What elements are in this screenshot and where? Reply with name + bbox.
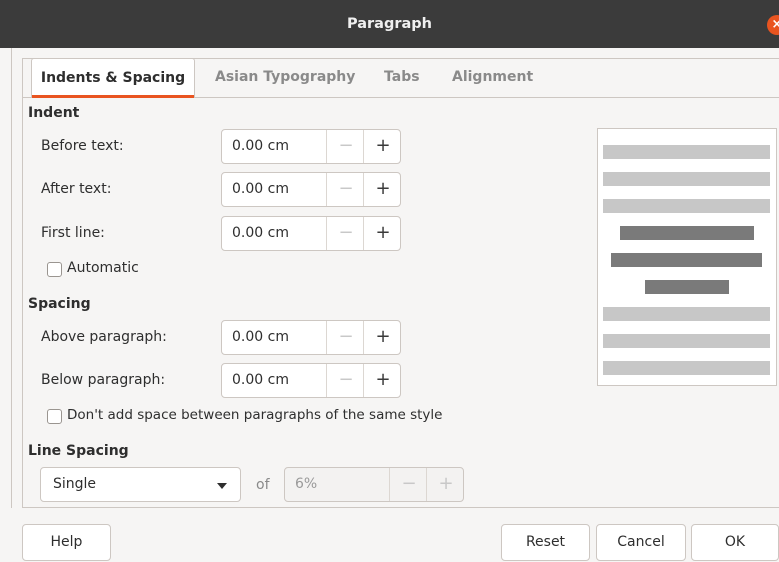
- ok-button[interactable]: OK: [691, 524, 779, 561]
- tab-tabs[interactable]: Tabs: [384, 58, 420, 97]
- no-space-same-style-label: Don't add space between paragraphs of th…: [67, 407, 443, 423]
- decrement-button[interactable]: −: [326, 130, 365, 163]
- first-line-spinbox: 0.00 cm − +: [221, 216, 401, 251]
- preview-line: [603, 361, 770, 375]
- preview-line: [603, 172, 770, 186]
- preview-line: [603, 145, 770, 159]
- line-spacing-percent-input[interactable]: 6%: [295, 468, 317, 501]
- first-line-input[interactable]: 0.00 cm: [232, 217, 289, 250]
- cancel-button[interactable]: Cancel: [596, 524, 686, 561]
- before-text-label: Before text:: [41, 138, 124, 154]
- preview-line: [603, 307, 770, 321]
- line-spacing-heading: Line Spacing: [28, 443, 129, 459]
- tab-alignment[interactable]: Alignment: [452, 58, 533, 97]
- decrement-button[interactable]: −: [326, 173, 365, 206]
- after-text-label: After text:: [41, 181, 112, 197]
- tab-indents-spacing[interactable]: Indents & Spacing: [31, 58, 195, 98]
- increment-button[interactable]: +: [363, 130, 402, 163]
- preview-line: [603, 199, 770, 213]
- no-space-same-style-checkbox[interactable]: [47, 409, 62, 424]
- increment-button[interactable]: +: [363, 173, 402, 206]
- preview-line: [611, 253, 762, 267]
- increment-button[interactable]: +: [363, 217, 402, 250]
- reset-button[interactable]: Reset: [501, 524, 590, 561]
- tab-asian-typography[interactable]: Asian Typography: [215, 58, 355, 97]
- above-paragraph-label: Above paragraph:: [41, 329, 167, 345]
- below-paragraph-label: Below paragraph:: [41, 372, 166, 388]
- dialog-title: Paragraph: [347, 16, 432, 32]
- decrement-button[interactable]: −: [326, 217, 365, 250]
- decrement-button[interactable]: −: [389, 468, 428, 501]
- preview-line: [620, 226, 754, 240]
- before-text-input[interactable]: 0.00 cm: [232, 130, 289, 163]
- above-paragraph-input[interactable]: 0.00 cm: [232, 321, 289, 354]
- increment-button[interactable]: +: [426, 468, 465, 501]
- decrement-button[interactable]: −: [326, 321, 365, 354]
- spacing-heading: Spacing: [28, 296, 91, 312]
- above-paragraph-spinbox: 0.00 cm − +: [221, 320, 401, 355]
- after-text-spinbox: 0.00 cm − +: [221, 172, 401, 207]
- indent-heading: Indent: [28, 105, 80, 121]
- before-text-spinbox: 0.00 cm − +: [221, 129, 401, 164]
- of-label: of: [256, 477, 270, 493]
- below-paragraph-spinbox: 0.00 cm − +: [221, 363, 401, 398]
- paragraph-preview: [597, 128, 777, 386]
- tab-bar: Indents & Spacing Asian Typography Tabs …: [22, 58, 779, 98]
- preview-line: [645, 280, 729, 294]
- line-spacing-percent-spinbox: 6% − +: [284, 467, 464, 502]
- automatic-checkbox[interactable]: [47, 262, 62, 277]
- increment-button[interactable]: +: [363, 321, 402, 354]
- increment-button[interactable]: +: [363, 364, 402, 397]
- first-line-label: First line:: [41, 225, 105, 241]
- help-button[interactable]: Help: [22, 524, 111, 561]
- below-paragraph-input[interactable]: 0.00 cm: [232, 364, 289, 397]
- chevron-down-icon: [217, 483, 227, 489]
- decrement-button[interactable]: −: [326, 364, 365, 397]
- title-bar: Paragraph ×: [0, 0, 779, 48]
- preview-line: [603, 334, 770, 348]
- line-spacing-select[interactable]: Single: [40, 467, 241, 502]
- automatic-label: Automatic: [67, 260, 139, 276]
- line-spacing-value: Single: [53, 476, 97, 492]
- after-text-input[interactable]: 0.00 cm: [232, 173, 289, 206]
